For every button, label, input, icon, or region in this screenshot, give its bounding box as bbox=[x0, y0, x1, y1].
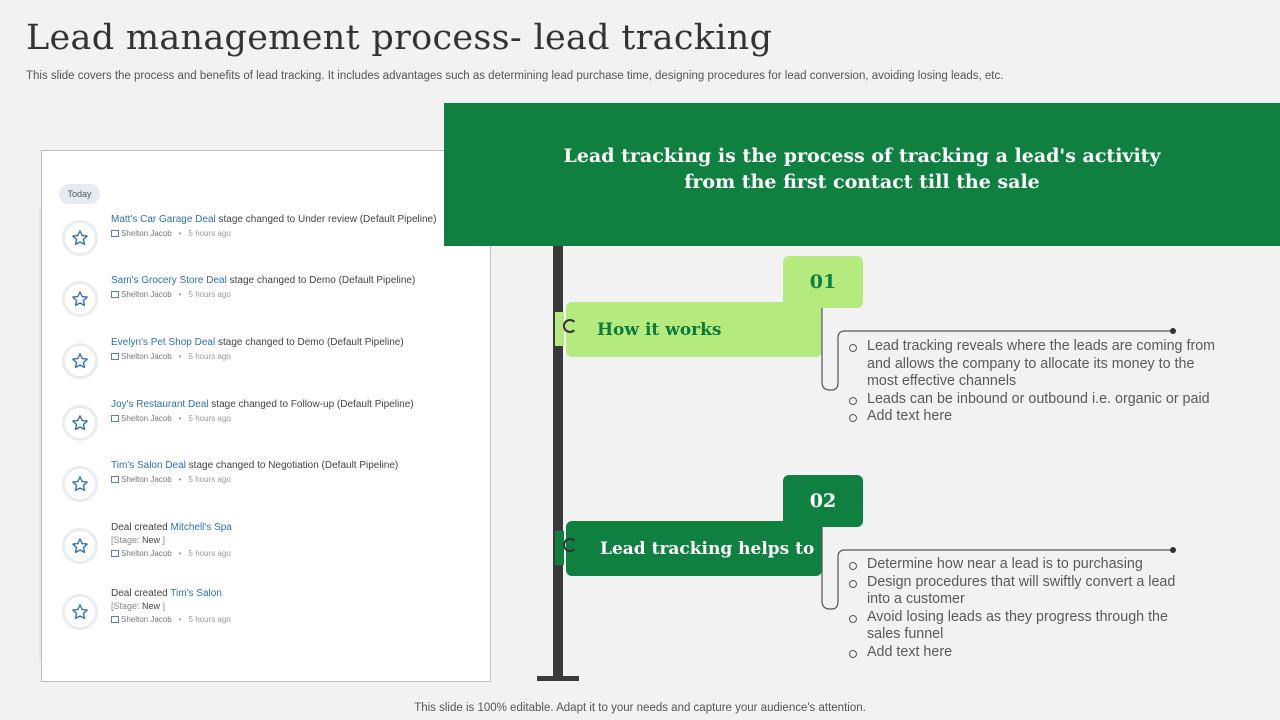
deal-link[interactable]: Joy's Restaurant Deal bbox=[111, 399, 209, 410]
user-name: Shelton Jacob bbox=[121, 414, 172, 423]
stage-line: [Stage: New ] bbox=[111, 535, 232, 545]
user-name: Shelton Jacob bbox=[121, 615, 172, 624]
stage-value: New bbox=[142, 601, 161, 611]
bullet-item: Add text here bbox=[848, 408, 1228, 426]
user-icon bbox=[111, 230, 119, 237]
deal-link[interactable]: Evelyn's Pet Shop Deal bbox=[111, 337, 215, 348]
stage-line: [Stage: New ] bbox=[111, 601, 231, 611]
feed-item-text: Evelyn's Pet Shop Deal stage changed to … bbox=[111, 337, 404, 361]
feed-meta: Shelton Jacob • 5 hours ago bbox=[111, 352, 404, 361]
feed-action: stage changed to Under review (Default P… bbox=[215, 214, 437, 225]
user-icon bbox=[111, 353, 119, 360]
user-name: Shelton Jacob bbox=[121, 229, 172, 238]
section-label-text: Lead tracking helps to bbox=[600, 538, 815, 559]
feed-item[interactable]: Matt's Car Garage Deal stage changed to … bbox=[41, 214, 481, 270]
star-icon bbox=[62, 466, 98, 502]
feed-item[interactable]: Tim's Salon Deal stage changed to Negoti… bbox=[41, 460, 481, 516]
feed-item-text: Deal created Mitchell's Spa [Stage: New ]… bbox=[111, 522, 232, 558]
feed-item-text: Tim's Salon Deal stage changed to Negoti… bbox=[111, 460, 398, 484]
bullet-item: Lead tracking reveals where the leads ar… bbox=[848, 338, 1228, 391]
time-ago: 5 hours ago bbox=[188, 475, 231, 484]
section-tab bbox=[555, 531, 564, 565]
page-title: Lead management process- lead tracking bbox=[26, 18, 773, 58]
feed-action: stage changed to Negotiation (Default Pi… bbox=[185, 460, 399, 471]
section-label-text: How it works bbox=[597, 319, 722, 340]
feed-meta: Shelton Jacob • 5 hours ago bbox=[111, 549, 232, 558]
bullet-item: Leads can be inbound or outbound i.e. or… bbox=[848, 391, 1228, 409]
star-icon bbox=[62, 405, 98, 441]
time-ago: 5 hours ago bbox=[188, 352, 231, 361]
star-icon bbox=[62, 528, 98, 564]
deal-link[interactable]: Sam's Grocery Store Deal bbox=[111, 275, 227, 286]
user-icon bbox=[111, 616, 119, 623]
feed-item[interactable]: Evelyn's Pet Shop Deal stage changed to … bbox=[41, 337, 481, 393]
definition-text: Lead tracking is the process of tracking… bbox=[563, 144, 1161, 193]
star-icon bbox=[62, 343, 98, 379]
time-ago: 5 hours ago bbox=[188, 549, 231, 558]
timeline-knob bbox=[563, 319, 577, 333]
user-icon bbox=[111, 291, 119, 298]
feed-item[interactable]: Sam's Grocery Store Deal stage changed t… bbox=[41, 275, 481, 331]
deal-link[interactable]: Tim's Salon Deal bbox=[111, 460, 186, 471]
feed-meta: Shelton Jacob • 5 hours ago bbox=[111, 229, 436, 238]
feed-meta: Shelton Jacob • 5 hours ago bbox=[111, 475, 398, 484]
helps-to-list: Determine how near a lead is to purchasi… bbox=[848, 556, 1193, 661]
timeline-base bbox=[537, 676, 579, 681]
footer-note: This slide is 100% editable. Adapt it to… bbox=[414, 702, 866, 714]
user-name: Shelton Jacob bbox=[121, 352, 172, 361]
bullet-item: Avoid losing leads as they progress thro… bbox=[848, 609, 1193, 644]
feed-meta: Shelton Jacob • 5 hours ago bbox=[111, 290, 415, 299]
star-icon bbox=[62, 220, 98, 256]
feed-item[interactable]: Deal created Tim's Salon [Stage: New ] She… bbox=[41, 588, 481, 644]
user-icon bbox=[111, 415, 119, 422]
stage-close: ] bbox=[160, 601, 166, 611]
timeline-knob bbox=[563, 538, 577, 552]
feed-action: stage changed to Follow-up (Default Pipe… bbox=[208, 399, 414, 410]
bullet-item: Add text here bbox=[848, 644, 1193, 662]
section-tab bbox=[555, 312, 564, 346]
feed-action: stage changed to Demo (Default Pipeline) bbox=[215, 337, 404, 348]
user-icon bbox=[111, 476, 119, 483]
stage-close: ] bbox=[160, 535, 166, 545]
star-icon bbox=[62, 281, 98, 317]
section-label-lead-tracking-helps: Lead tracking helps to bbox=[566, 521, 822, 576]
time-ago: 5 hours ago bbox=[188, 229, 231, 238]
time-ago: 5 hours ago bbox=[188, 290, 231, 299]
section-label-how-it-works: How it works bbox=[566, 302, 822, 357]
feed-item[interactable]: Deal created Mitchell's Spa [Stage: New ]… bbox=[41, 522, 481, 578]
time-ago: 5 hours ago bbox=[188, 414, 231, 423]
feed-item-text: Joy's Restaurant Deal stage changed to F… bbox=[111, 399, 414, 423]
bullet-item: Design procedures that will swiftly conv… bbox=[848, 574, 1193, 609]
feed-item-text: Sam's Grocery Store Deal stage changed t… bbox=[111, 275, 415, 299]
deal-link[interactable]: Tim's Salon bbox=[170, 588, 222, 599]
stage-value: New bbox=[142, 535, 161, 545]
feed-item[interactable]: Joy's Restaurant Deal stage changed to F… bbox=[41, 399, 481, 455]
feed-prefix: Deal created bbox=[111, 522, 171, 533]
user-name: Shelton Jacob bbox=[121, 549, 172, 558]
user-name: Shelton Jacob bbox=[121, 290, 172, 299]
vertical-timeline-bar bbox=[553, 246, 563, 678]
how-it-works-list: Lead tracking reveals where the leads ar… bbox=[848, 338, 1228, 426]
user-name: Shelton Jacob bbox=[121, 475, 172, 484]
feed-item-text: Deal created Tim's Salon [Stage: New ] She… bbox=[111, 588, 231, 624]
deal-link[interactable]: Mitchell's Spa bbox=[170, 522, 231, 533]
time-ago: 5 hours ago bbox=[188, 615, 231, 624]
bullet-item: Determine how near a lead is to purchasi… bbox=[848, 556, 1193, 574]
page-subtitle: This slide covers the process and benefi… bbox=[26, 70, 1004, 82]
feed-prefix: Deal created bbox=[111, 588, 171, 599]
today-badge: Today bbox=[59, 184, 100, 204]
user-icon bbox=[111, 550, 119, 557]
feed-action: stage changed to Demo (Default Pipeline) bbox=[226, 275, 416, 286]
feed-meta: Shelton Jacob • 5 hours ago bbox=[111, 615, 231, 624]
star-icon bbox=[62, 594, 98, 630]
definition-banner: Lead tracking is the process of tracking… bbox=[444, 103, 1280, 246]
feed-meta: Shelton Jacob • 5 hours ago bbox=[111, 414, 414, 423]
deal-link[interactable]: Matt's Car Garage Deal bbox=[111, 214, 216, 225]
stage-label: [Stage: bbox=[111, 601, 143, 611]
feed-item-text: Matt's Car Garage Deal stage changed to … bbox=[111, 214, 436, 238]
stage-label: [Stage: bbox=[111, 535, 143, 545]
